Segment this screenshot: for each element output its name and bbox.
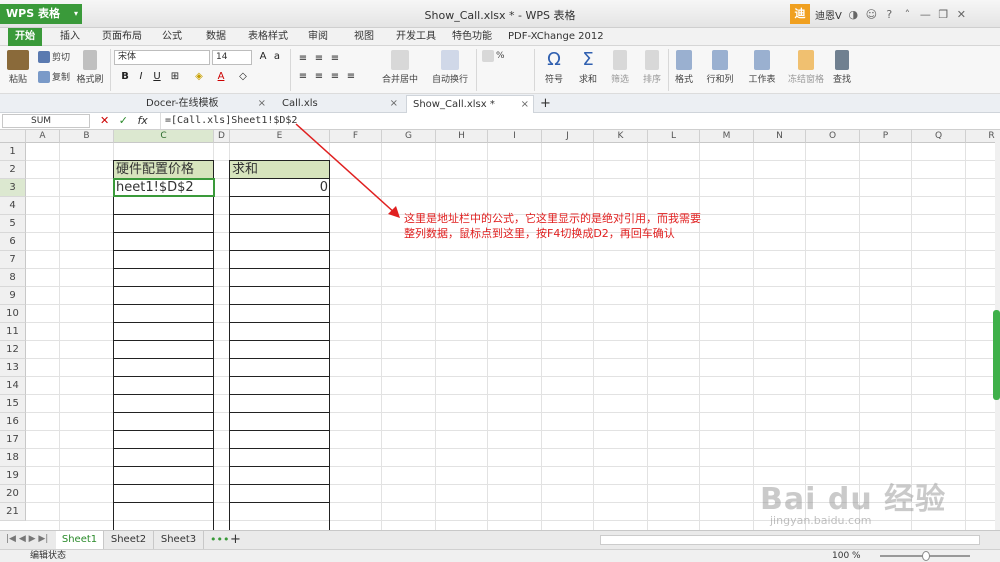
watermark-logo: Bai du 经验: [760, 482, 947, 517]
sheet-tab-1[interactable]: Sheet1: [56, 531, 104, 549]
sheet-tab-2[interactable]: Sheet2: [104, 531, 154, 549]
sheet-nav-icon[interactable]: |◀ ◀ ▶ ▶|: [6, 534, 48, 544]
zoom-slider-handle[interactable]: [922, 551, 930, 561]
horizontal-scrollbar[interactable]: [600, 535, 980, 545]
sheet-tab-bar: |◀ ◀ ▶ ▶| Sheet1 Sheet2 Sheet3 ••• +: [0, 530, 1000, 549]
side-panel-handle[interactable]: [993, 310, 1000, 400]
status-mode: 编辑状态: [30, 551, 67, 561]
annotation-text: 这里是地址栏中的公式，它这里显示的是绝对引用，而我需要整列数据，鼠标点到这里，按…: [404, 212, 701, 240]
add-sheet-icon[interactable]: +: [230, 532, 241, 547]
sheet-tab-3[interactable]: Sheet3: [154, 531, 204, 549]
more-sheets-icon[interactable]: •••: [210, 533, 229, 546]
status-bar: 编辑状态 100 %: [0, 549, 1000, 562]
zoom-level[interactable]: 100 %: [832, 550, 861, 562]
watermark-url: jingyan.baidu.com: [770, 514, 872, 527]
